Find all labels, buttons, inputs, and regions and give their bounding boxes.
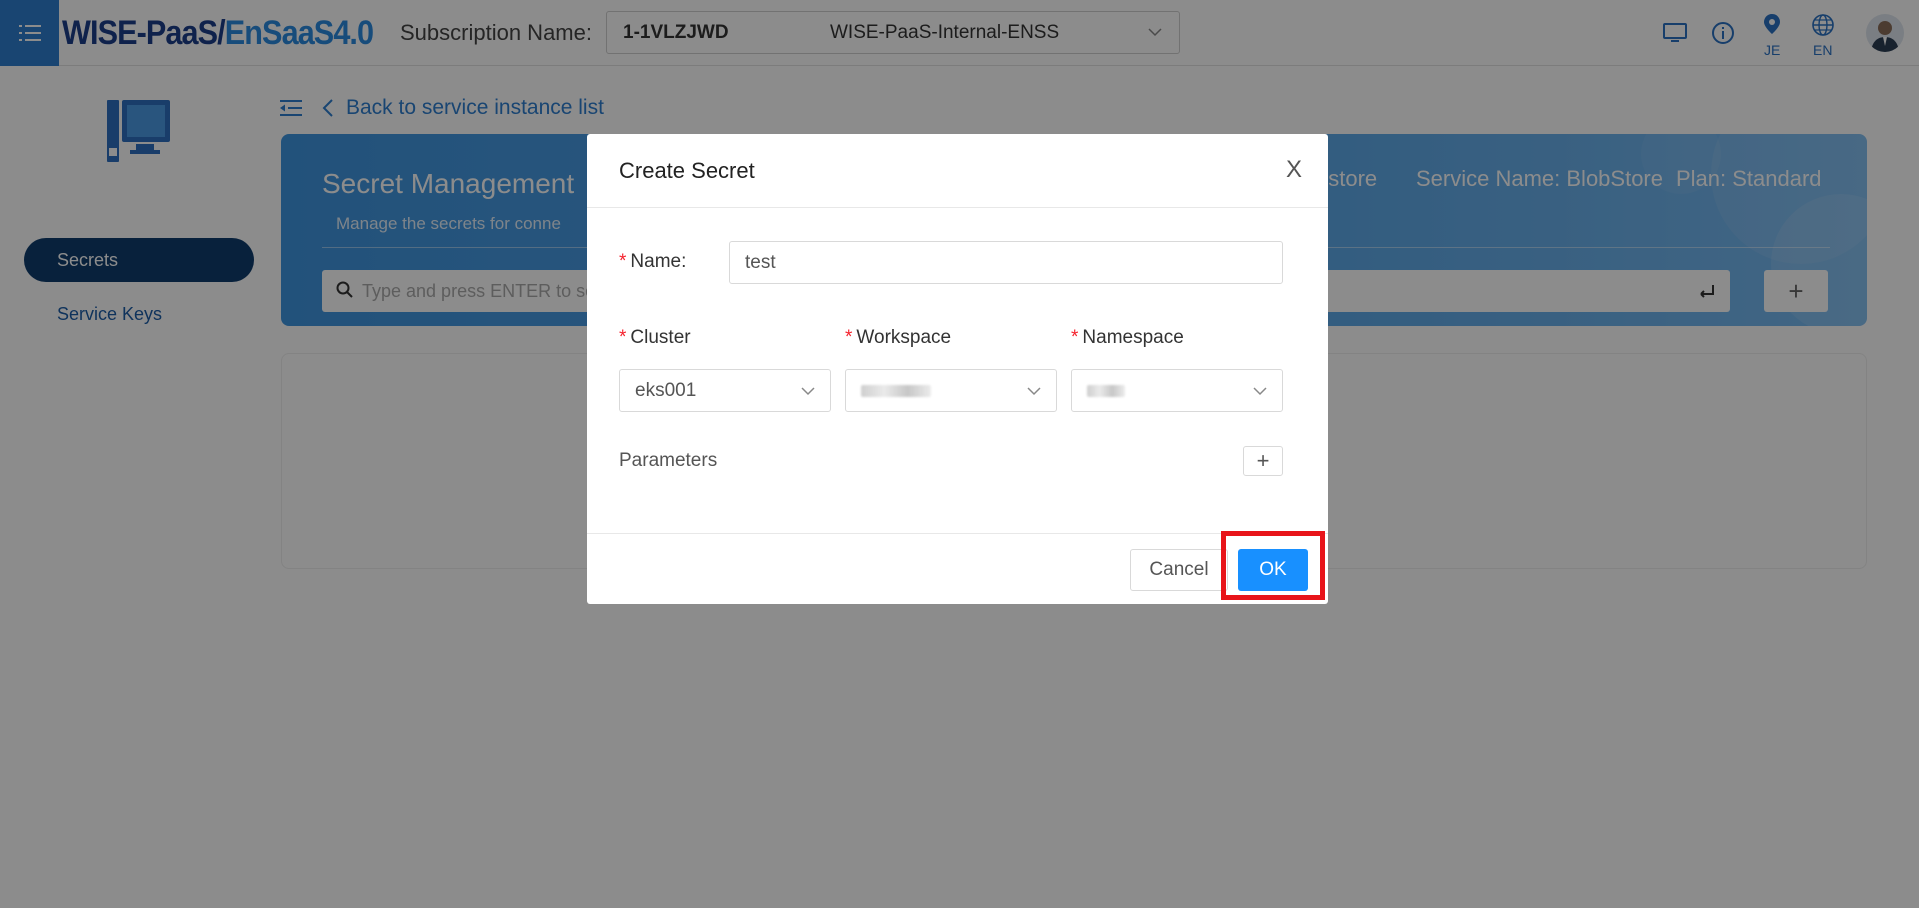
parameters-label: Parameters: [619, 450, 718, 471]
chevron-down-icon: [1252, 383, 1268, 405]
chevron-down-icon: [1026, 383, 1042, 405]
name-label: * Name:: [619, 251, 687, 272]
name-input[interactable]: test: [729, 241, 1283, 284]
chevron-down-icon: [800, 383, 816, 405]
namespace-select[interactable]: [1071, 369, 1283, 412]
cluster-value: eks001: [635, 379, 697, 401]
workspace-value-redacted: [861, 384, 931, 397]
cluster-select[interactable]: eks001: [619, 369, 831, 412]
create-secret-modal: Create Secret X * Name: test * Cluster * Wo…: [587, 134, 1328, 604]
workspace-label: * Workspace: [845, 327, 952, 348]
modal-header: Create Secret X: [587, 134, 1328, 208]
workspace-select[interactable]: [845, 369, 1057, 412]
cluster-label: * Cluster: [619, 327, 691, 348]
cancel-button[interactable]: Cancel: [1130, 549, 1228, 591]
ok-button-highlight: [1221, 531, 1325, 600]
close-icon[interactable]: X: [1286, 156, 1302, 184]
add-parameter-button[interactable]: +: [1243, 446, 1283, 476]
modal-footer-divider: [587, 533, 1328, 534]
namespace-label: * Namespace: [1071, 327, 1184, 348]
namespace-value-redacted: [1087, 384, 1125, 397]
modal-title: Create Secret: [619, 158, 755, 183]
